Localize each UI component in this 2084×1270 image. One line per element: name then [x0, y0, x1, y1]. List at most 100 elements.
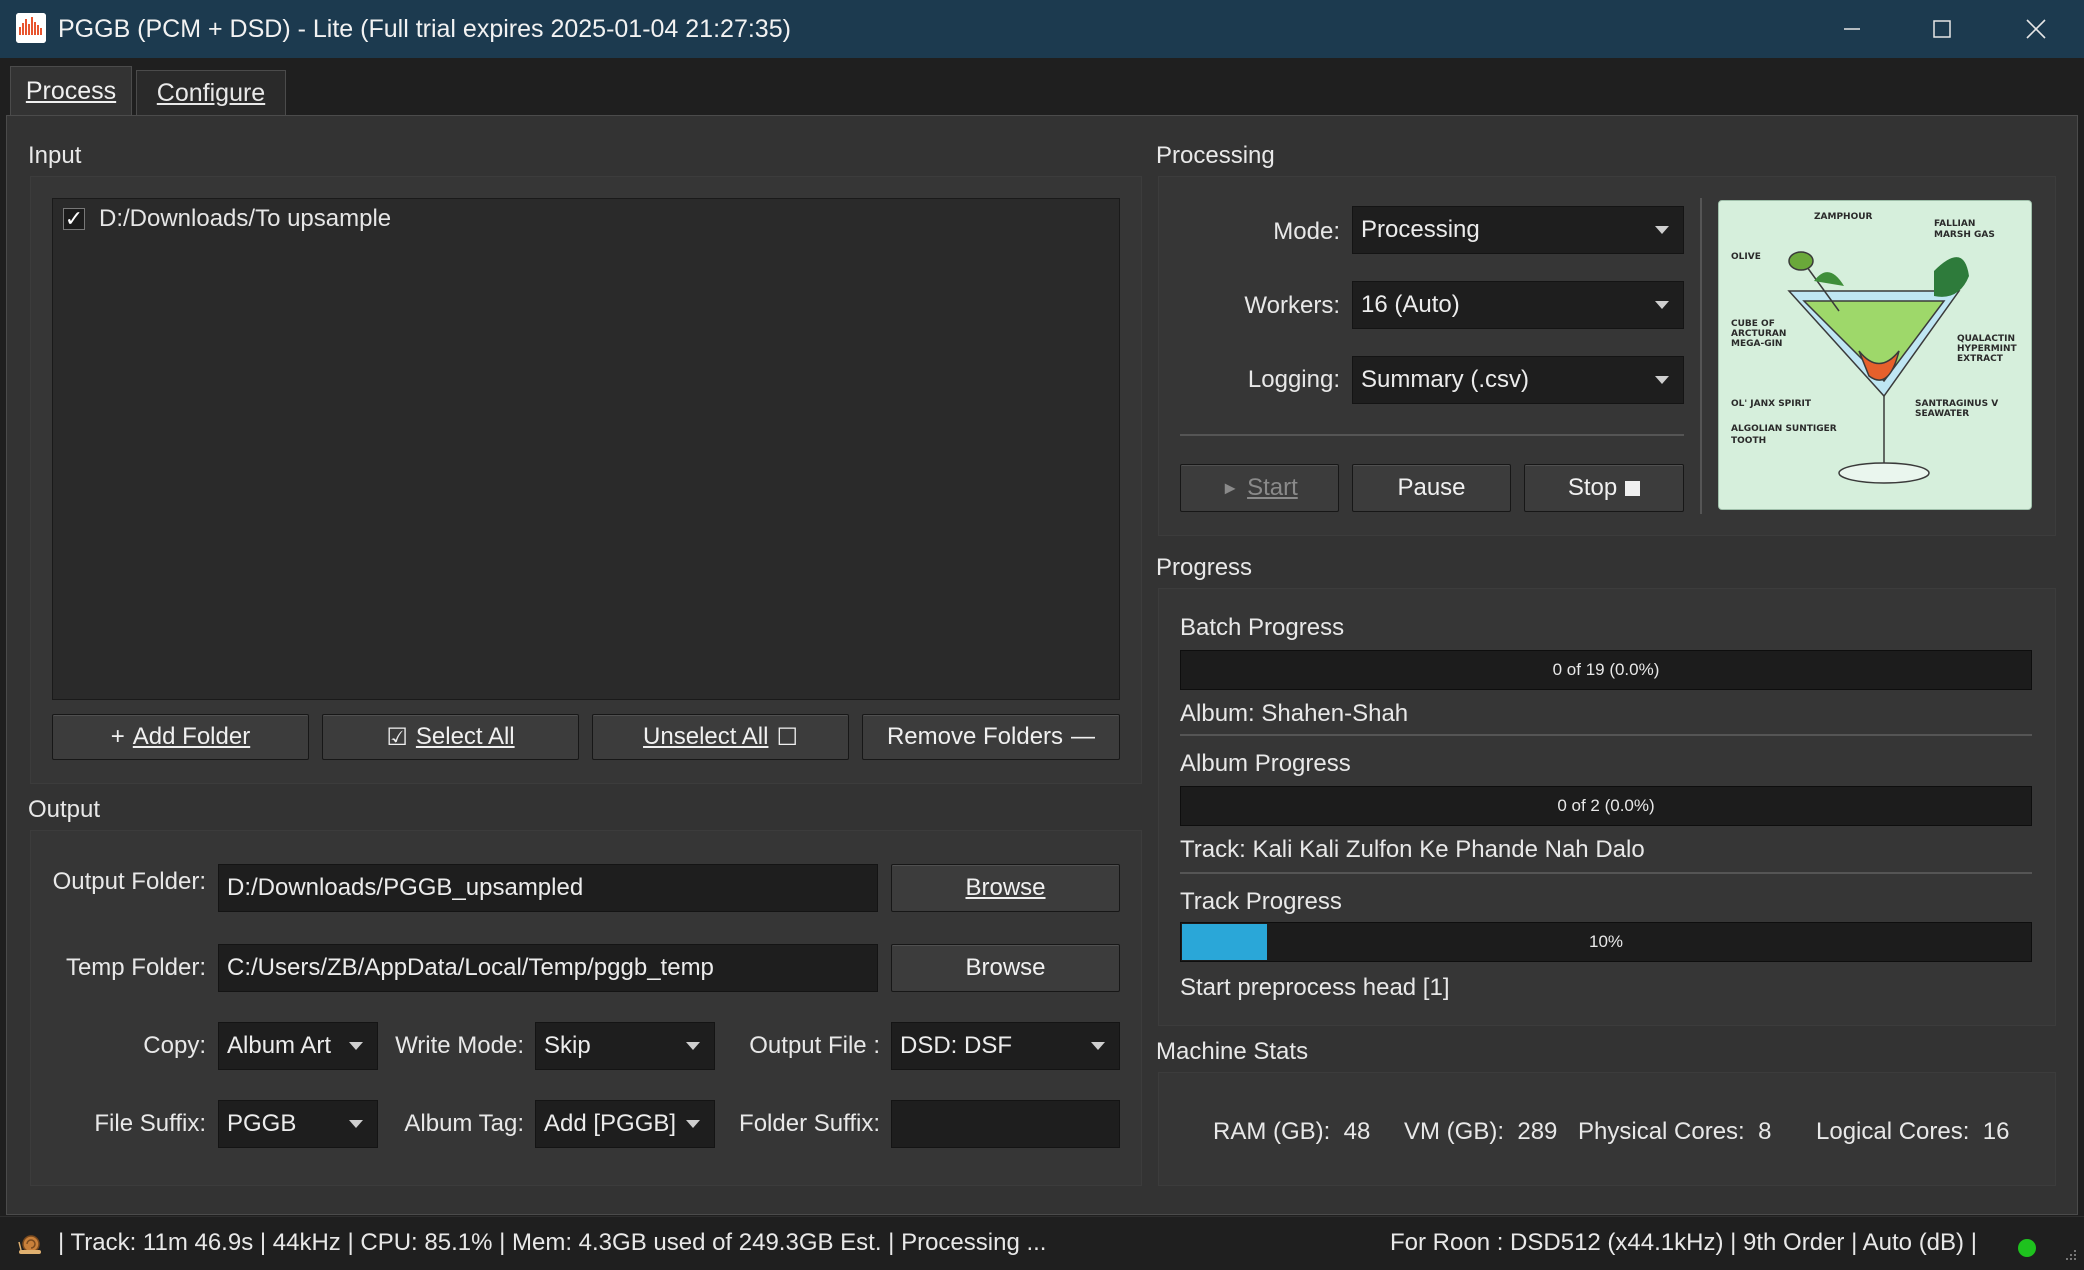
output-browse-button[interactable]: Browse [891, 864, 1120, 912]
write-mode-select[interactable]: Skip [535, 1022, 715, 1070]
minimize-button[interactable] [1806, 0, 1898, 58]
tab-process[interactable]: Process [10, 66, 132, 116]
close-icon [2026, 19, 2046, 39]
file-suffix-label: File Suffix: [94, 1110, 206, 1137]
track-progress-label: Track Progress [1180, 888, 1342, 915]
snail-icon [16, 1230, 44, 1258]
mode-label: Mode: [1273, 218, 1340, 245]
mode-select[interactable]: Processing [1352, 206, 1684, 254]
batch-progress-label: Batch Progress [1180, 614, 1345, 641]
output-folder-label: Output Folder: [52, 868, 206, 895]
svg-text:TOOTH: TOOTH [1731, 436, 1766, 446]
logging-select[interactable]: Summary (.csv) [1352, 356, 1684, 404]
copy-select[interactable]: Album Art [218, 1022, 378, 1070]
chevron-down-icon [1655, 301, 1669, 309]
tab-label: Process [25, 77, 117, 105]
svg-text:FALLIAN: FALLIAN [1934, 219, 1975, 229]
svg-text:HYPERMINT: HYPERMINT [1957, 344, 2018, 354]
select-all-button[interactable]: ☑ Select All [322, 714, 579, 760]
input-folder-list[interactable]: ✓ D:/Downloads/To upsample [52, 198, 1120, 700]
remove-folders-button[interactable]: Remove Folders — [862, 714, 1120, 760]
checked-box-icon: ☑ [386, 723, 408, 751]
close-button[interactable] [1990, 0, 2082, 58]
progress-section-label: Progress [1156, 554, 1253, 581]
temp-folder-label: Temp Folder: [65, 954, 206, 981]
minimize-icon [1844, 28, 1860, 30]
window-title: PGGB (PCM + DSD) - Lite (Full trial expi… [58, 15, 791, 43]
chevron-down-icon [1655, 226, 1669, 234]
chevron-down-icon [1091, 1042, 1105, 1050]
folder-path: D:/Downloads/To upsample [99, 205, 392, 232]
workers-label: Workers: [1244, 292, 1340, 319]
svg-text:OL' JANX SPIRIT: OL' JANX SPIRIT [1731, 399, 1812, 409]
processing-section-label: Processing [1156, 142, 1275, 169]
svg-text:OLIVE: OLIVE [1731, 252, 1761, 262]
temp-browse-button[interactable]: Browse [891, 944, 1120, 992]
temp-folder-field[interactable]: C:/Users/ZB/AppData/Local/Temp/pggb_temp [218, 944, 878, 992]
album-tag-select[interactable]: Add [PGGB] [535, 1100, 715, 1148]
stop-button[interactable]: Stop [1524, 464, 1684, 512]
output-section-label: Output [28, 796, 101, 823]
chevron-down-icon [686, 1042, 700, 1050]
divider [1180, 434, 1684, 436]
folder-suffix-field[interactable] [891, 1100, 1120, 1148]
add-folder-button[interactable]: + Add Folder [52, 714, 309, 760]
physical-cores-stat: Physical Cores: 8 [1578, 1118, 1772, 1145]
svg-text:ZAMPHOUR: ZAMPHOUR [1814, 212, 1873, 222]
output-folder-field[interactable]: D:/Downloads/PGGB_upsampled [218, 864, 878, 912]
app-logo-icon [16, 13, 46, 43]
output-file-select[interactable]: DSD: DSF [891, 1022, 1120, 1070]
file-suffix-select[interactable]: PGGB [218, 1100, 378, 1148]
logical-cores-stat: Logical Cores: 16 [1816, 1118, 2010, 1145]
workers-select[interactable]: 16 (Auto) [1352, 281, 1684, 329]
stop-square-icon [1625, 480, 1641, 496]
unselect-all-button[interactable]: Unselect All ☐ [592, 714, 849, 760]
progress-text: 0 of 19 (0.0%) [1552, 660, 1660, 679]
pause-button[interactable]: Pause [1352, 464, 1511, 512]
vertical-divider [1700, 198, 1702, 514]
status-right-text: For Roon : DSD512 (x44.1kHz) | 9th Order… [1390, 1229, 1977, 1256]
process-status-text: Start preprocess head [1] [1180, 974, 1450, 1001]
start-button[interactable]: ► Start [1180, 464, 1339, 512]
chevron-down-icon [349, 1120, 363, 1128]
plus-icon: + [110, 723, 125, 750]
album-tag-label: Album Tag: [404, 1110, 524, 1137]
track-progress-bar: 10% [1180, 922, 2032, 962]
logging-label: Logging: [1247, 366, 1340, 393]
folder-suffix-label: Folder Suffix: [739, 1110, 880, 1137]
svg-text:ALGOLIAN SUNTIGER: ALGOLIAN SUNTIGER [1731, 424, 1837, 434]
divider [1180, 872, 2032, 874]
progress-text: 10% [1588, 932, 1624, 951]
write-mode-label: Write Mode: [395, 1032, 524, 1059]
tab-configure[interactable]: Configure [136, 70, 286, 116]
svg-text:SANTRAGINUS V: SANTRAGINUS V [1915, 399, 1998, 409]
list-item[interactable]: ✓ D:/Downloads/To upsample [53, 199, 1119, 239]
svg-text:EXTRACT: EXTRACT [1957, 354, 2004, 364]
svg-text:SEAWATER: SEAWATER [1915, 409, 1969, 419]
ram-stat: RAM (GB): 48 [1213, 1118, 1371, 1145]
resize-grip-icon[interactable] [2060, 1246, 2080, 1266]
svg-text:MEGA-GIN: MEGA-GIN [1731, 339, 1782, 349]
album-progress-label: Album Progress [1180, 750, 1351, 777]
machine-stats-section-label: Machine Stats [1156, 1038, 1309, 1065]
chevron-down-icon [349, 1042, 363, 1050]
svg-text:QUALACTIN: QUALACTIN [1957, 334, 2015, 344]
album-info: Album: Shahen-Shah [1180, 700, 1409, 727]
maximize-icon [1933, 20, 1951, 38]
status-left-text: | Track: 11m 46.9s | 44kHz | CPU: 85.1% … [58, 1229, 1047, 1256]
input-section-label: Input [28, 142, 82, 169]
maximize-button[interactable] [1896, 0, 1988, 58]
progress-text: 0 of 2 (0.0%) [1557, 796, 1655, 815]
minus-icon: — [1071, 723, 1096, 750]
divider [1180, 734, 2032, 736]
batch-progress-bar: 0 of 19 (0.0%) [1180, 650, 2032, 690]
cocktail-illustration-icon: ZAMPHOUR FALLIAN MARSH GAS OLIVE CUBE OF A… [1718, 200, 2032, 510]
status-indicator [2018, 1239, 2036, 1257]
play-arrow-icon: ► [1221, 477, 1240, 498]
album-progress-bar: 0 of 2 (0.0%) [1180, 786, 2032, 826]
chevron-down-icon [1655, 376, 1669, 384]
vm-stat: VM (GB): 289 [1404, 1118, 1558, 1145]
empty-box-icon: ☐ [776, 723, 798, 751]
folder-checkbox[interactable]: ✓ [63, 206, 85, 231]
svg-text:CUBE OF: CUBE OF [1731, 319, 1775, 329]
